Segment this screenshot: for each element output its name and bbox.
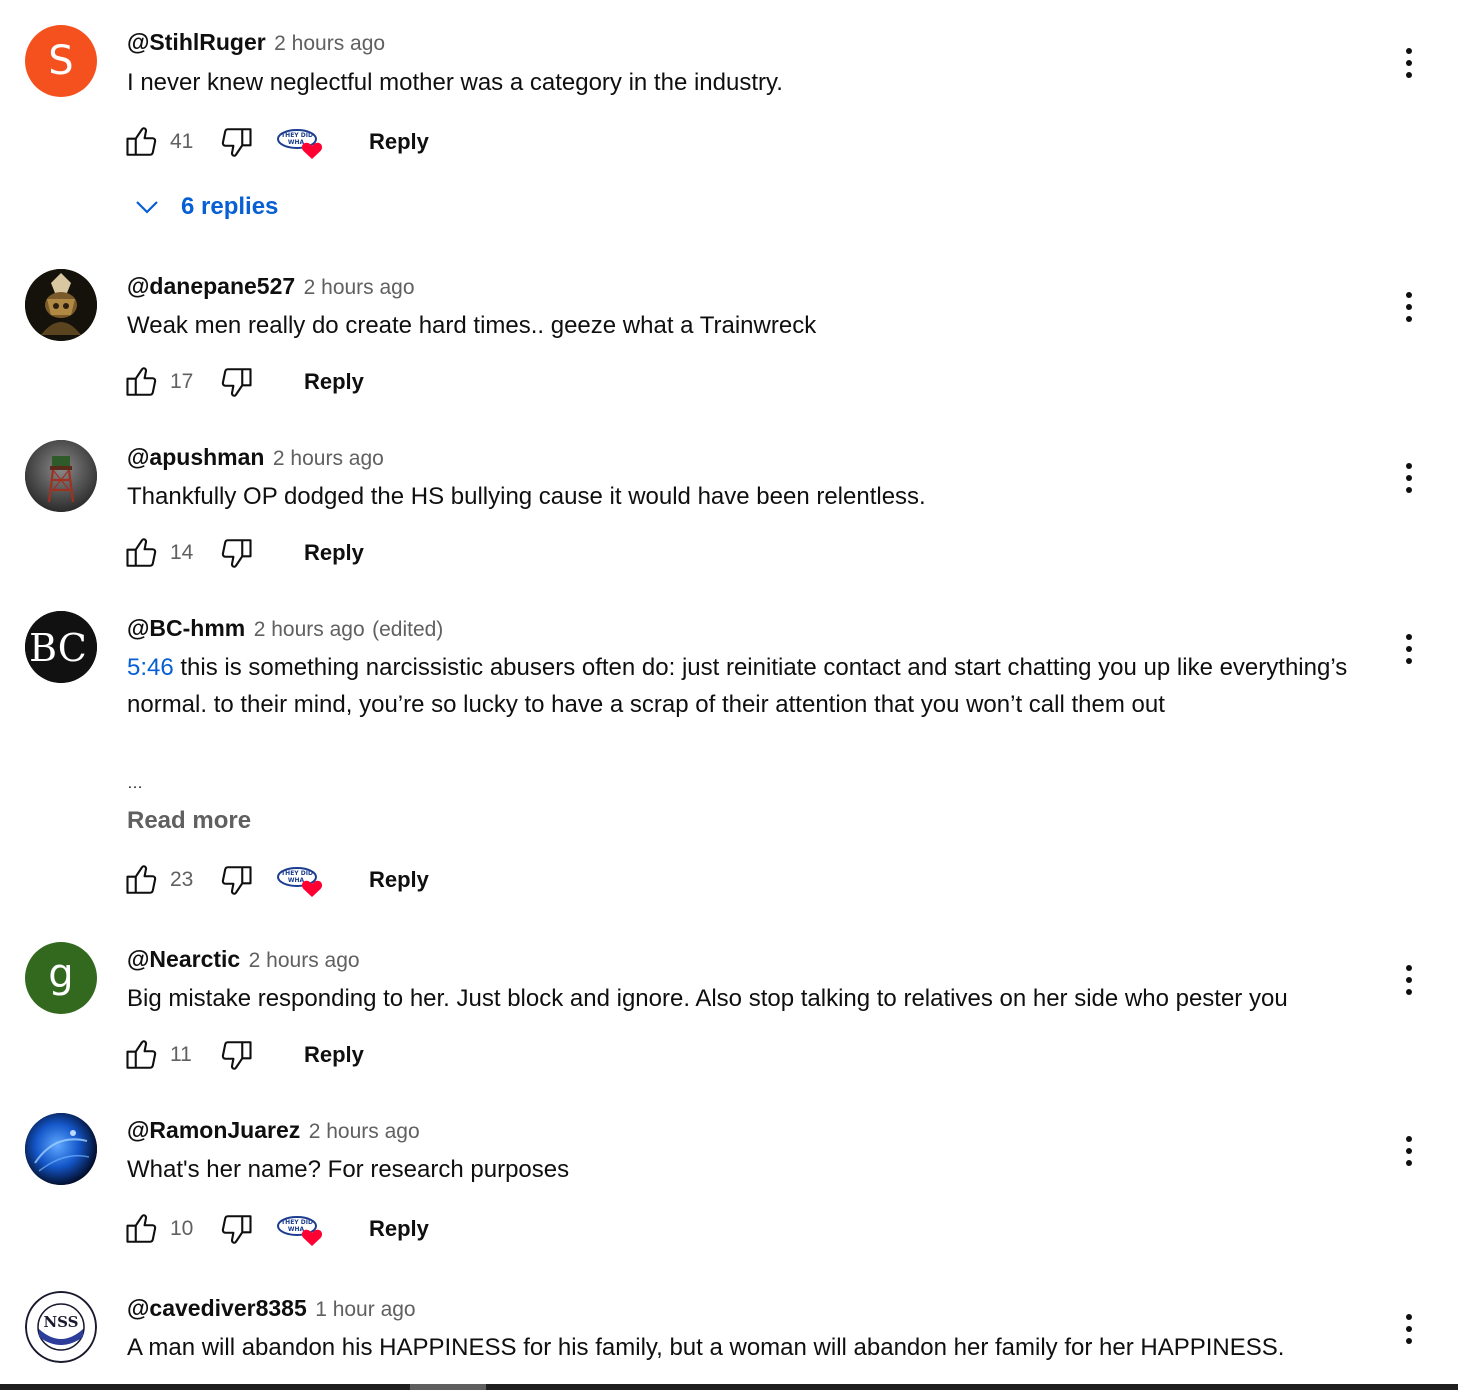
- read-more-button[interactable]: Read more: [127, 806, 251, 836]
- reply-button[interactable]: Reply: [369, 867, 429, 893]
- comment-toolbar: 23 Reply: [122, 860, 722, 900]
- comment-toolbar: 11 Reply: [122, 1035, 722, 1075]
- like-count: 17: [170, 370, 194, 393]
- reply-button[interactable]: Reply: [304, 1042, 364, 1068]
- comment-time[interactable]: 1 hour ago: [315, 1298, 415, 1321]
- view-replies-button[interactable]: 6 replies: [133, 190, 278, 224]
- avatar-letter: g: [48, 951, 74, 997]
- comment-time[interactable]: 2 hours ago: [309, 1120, 420, 1143]
- comment-header: @apushman 2 hours ago: [127, 442, 384, 476]
- author-name[interactable]: @StihlRuger: [127, 29, 266, 55]
- thumbs-down-icon[interactable]: [218, 1211, 256, 1247]
- author-name[interactable]: @apushman: [127, 444, 264, 470]
- avatar[interactable]: [25, 1113, 97, 1185]
- avatar[interactable]: [25, 440, 97, 512]
- comment-text: I never knew neglectful mother was a cat…: [127, 69, 783, 96]
- avatar-image: [25, 440, 97, 512]
- comment-header: @danepane527 2 hours ago: [127, 271, 415, 305]
- timestamp-link[interactable]: 5:46: [127, 654, 174, 681]
- like-count: 11: [170, 1043, 192, 1066]
- thumbs-up-icon[interactable]: [122, 1037, 160, 1073]
- comment-header: @cavediver8385 1 hour ago: [127, 1293, 416, 1327]
- scrollbar-thumb[interactable]: [410, 1384, 486, 1390]
- more-vert-icon[interactable]: [1395, 962, 1423, 998]
- like-count: 23: [170, 868, 194, 891]
- creator-heart-icon: [277, 1212, 329, 1248]
- avatar-image: BC: [25, 611, 97, 683]
- comment-text: Weak men really do create hard times.. g…: [127, 312, 817, 339]
- comment-text: 5:46 this is something narcissistic abus…: [127, 650, 1367, 723]
- like-count: 14: [170, 541, 194, 564]
- replies-count-label: 6 replies: [181, 193, 279, 220]
- svg-text:BC: BC: [29, 626, 87, 670]
- more-vert-icon[interactable]: [1395, 1311, 1423, 1347]
- avatar[interactable]: BC: [25, 611, 97, 683]
- more-vert-icon[interactable]: [1395, 631, 1423, 667]
- thumbs-up-icon[interactable]: [122, 1211, 160, 1247]
- more-vert-icon[interactable]: [1395, 289, 1423, 325]
- comment-time[interactable]: 2 hours ago: [274, 32, 385, 55]
- reply-button[interactable]: Reply: [304, 369, 364, 395]
- comment-header: @Nearctic 2 hours ago: [127, 944, 360, 978]
- chevron-down-icon: [136, 201, 158, 214]
- comment-time[interactable]: 2 hours ago: [249, 949, 360, 972]
- author-name[interactable]: @cavediver8385: [127, 1295, 307, 1321]
- edited-label: (edited): [372, 618, 444, 641]
- thumbs-up-icon[interactable]: [122, 535, 160, 571]
- reply-button[interactable]: Reply: [369, 1216, 429, 1242]
- thumbs-up-icon[interactable]: [122, 862, 160, 898]
- thumbs-up-icon[interactable]: [122, 364, 160, 400]
- more-vert-icon[interactable]: [1395, 1133, 1423, 1169]
- thumbs-down-icon[interactable]: [218, 535, 256, 571]
- comment-toolbar: 14 Reply: [122, 533, 722, 573]
- comment-time[interactable]: 2 hours ago: [254, 618, 365, 641]
- more-vert-icon[interactable]: [1395, 45, 1423, 81]
- thumbs-down-icon[interactable]: [218, 364, 256, 400]
- like-count: 41: [170, 130, 194, 153]
- reply-button[interactable]: Reply: [369, 129, 429, 155]
- comment-toolbar: 10 Reply: [122, 1209, 722, 1249]
- comment-text: Big mistake responding to her. Just bloc…: [127, 985, 1288, 1012]
- thumbs-down-icon[interactable]: [218, 862, 256, 898]
- avatar[interactable]: S: [25, 25, 97, 97]
- like-count: 10: [170, 1217, 194, 1240]
- comment-text: A man will abandon his HAPPINESS for his…: [127, 1334, 1285, 1361]
- comment-header: @RamonJuarez 2 hours ago: [127, 1115, 420, 1149]
- comment-toolbar: 41 Reply: [122, 122, 722, 162]
- comment-time[interactable]: 2 hours ago: [304, 276, 415, 299]
- avatar[interactable]: NSS: [25, 1291, 97, 1363]
- horizontal-scrollbar[interactable]: [0, 1384, 1458, 1390]
- svg-text:NSS: NSS: [43, 1313, 78, 1331]
- comment-text: Thankfully OP dodged the HS bullying cau…: [127, 483, 926, 510]
- avatar[interactable]: [25, 269, 97, 341]
- avatar-letter: S: [48, 38, 74, 84]
- thumbs-up-icon[interactable]: [122, 124, 160, 160]
- comment-time[interactable]: 2 hours ago: [273, 447, 384, 470]
- comment-header: @BC-hmm 2 hours ago (edited): [127, 613, 443, 647]
- reply-button[interactable]: Reply: [304, 540, 364, 566]
- comment-text: What's her name? For research purposes: [127, 1156, 570, 1183]
- comment-toolbar: 17 Reply: [122, 362, 722, 402]
- truncation-ellipsis: …: [127, 775, 143, 792]
- avatar-image: NSS: [25, 1291, 97, 1363]
- creator-heart-icon: [277, 125, 329, 161]
- creator-heart-icon: [277, 863, 329, 899]
- more-vert-icon[interactable]: [1395, 460, 1423, 496]
- author-name[interactable]: @RamonJuarez: [127, 1117, 300, 1143]
- comment-header: @StihlRuger 2 hours ago: [127, 27, 385, 61]
- author-name[interactable]: @danepane527: [127, 273, 295, 299]
- author-name[interactable]: @Nearctic: [127, 946, 240, 972]
- author-name[interactable]: @BC-hmm: [127, 615, 245, 641]
- avatar[interactable]: g: [25, 942, 97, 1014]
- thumbs-down-icon[interactable]: [218, 1037, 256, 1073]
- comment-body: this is something narcissistic abusers o…: [127, 654, 1348, 718]
- avatar-image: [25, 269, 97, 341]
- thumbs-down-icon[interactable]: [218, 124, 256, 160]
- avatar-image: [25, 1113, 97, 1185]
